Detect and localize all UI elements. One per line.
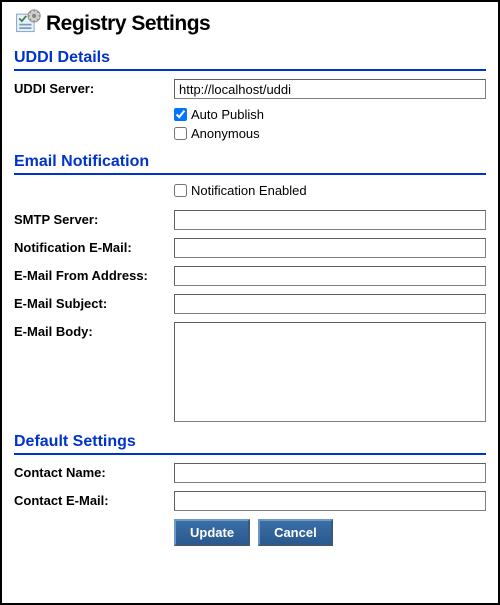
email-subject-input[interactable]: [174, 294, 486, 314]
uddi-server-label: UDDI Server:: [14, 79, 174, 96]
settings-panel: Registry Settings UDDI Details UDDI Serv…: [0, 0, 500, 605]
anonymous-checkbox[interactable]: [174, 127, 187, 140]
anonymous-row[interactable]: Anonymous: [174, 126, 486, 141]
email-body-textarea[interactable]: [174, 322, 486, 422]
contact-email-label: Contact E-Mail:: [14, 491, 174, 508]
email-subject-label: E-Mail Subject:: [14, 294, 174, 311]
notification-enabled-checkbox[interactable]: [174, 184, 187, 197]
section-uddi-title: UDDI Details: [14, 49, 486, 67]
email-from-input[interactable]: [174, 266, 486, 286]
button-bar: Update Cancel: [174, 519, 486, 546]
contact-email-input[interactable]: [174, 491, 486, 511]
notification-email-label: Notification E-Mail:: [14, 238, 174, 255]
section-defaults-title: Default Settings: [14, 433, 486, 451]
uddi-server-input[interactable]: [174, 79, 486, 99]
page-header: Registry Settings: [14, 8, 486, 39]
smtp-server-input[interactable]: [174, 210, 486, 230]
section-defaults-rule: [14, 453, 486, 455]
contact-name-label: Contact Name:: [14, 463, 174, 480]
email-body-label: E-Mail Body:: [14, 322, 174, 339]
auto-publish-label: Auto Publish: [191, 107, 264, 122]
auto-publish-row[interactable]: Auto Publish: [174, 107, 486, 122]
contact-name-input[interactable]: [174, 463, 486, 483]
update-button[interactable]: Update: [174, 519, 250, 546]
anonymous-label: Anonymous: [191, 126, 260, 141]
email-from-label: E-Mail From Address:: [14, 266, 174, 283]
notification-email-input[interactable]: [174, 238, 486, 258]
section-email-rule: [14, 173, 486, 175]
notification-enabled-label: Notification Enabled: [191, 183, 307, 198]
notification-enabled-row[interactable]: Notification Enabled: [174, 183, 486, 198]
page-title: Registry Settings: [46, 12, 210, 36]
section-email-title: Email Notification: [14, 153, 486, 171]
section-uddi-rule: [14, 69, 486, 71]
cancel-button[interactable]: Cancel: [258, 519, 333, 546]
settings-icon: [14, 8, 42, 39]
auto-publish-checkbox[interactable]: [174, 108, 187, 121]
smtp-server-label: SMTP Server:: [14, 210, 174, 227]
